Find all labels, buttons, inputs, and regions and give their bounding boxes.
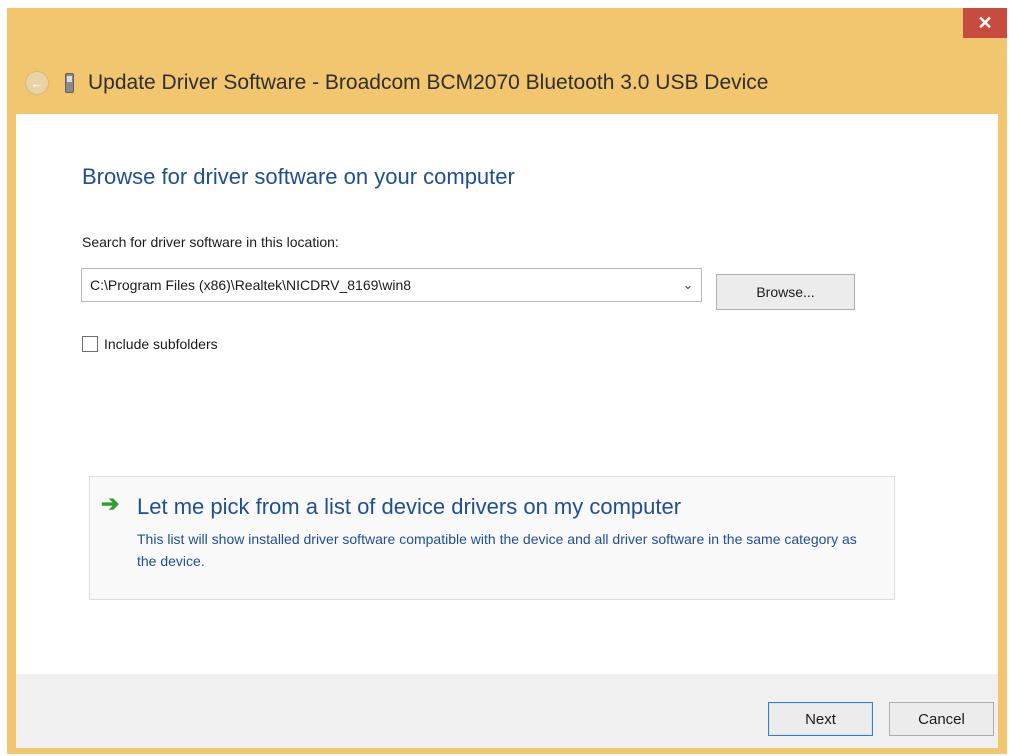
driver-path-combobox[interactable]: C:\Program Files (x86)\Realtek\NICDRV_81… xyxy=(81,268,702,302)
browse-button[interactable]: Browse... xyxy=(716,274,855,310)
pick-option-title[interactable]: Let me pick from a list of device driver… xyxy=(137,494,681,520)
button-bar: Next Cancel xyxy=(16,674,998,748)
title-bar: ← Update Driver Software - Broadcom BCM2… xyxy=(7,52,1007,114)
close-icon: ✕ xyxy=(977,12,993,33)
dialog-window: ✕ ← Update Driver Software - Broadcom BC… xyxy=(7,8,1007,754)
chevron-down-icon[interactable]: ⌄ xyxy=(675,277,701,293)
pick-from-list-option[interactable]: ➔ Let me pick from a list of device driv… xyxy=(89,476,895,600)
window-title: Update Driver Software - Broadcom BCM207… xyxy=(88,71,769,94)
cancel-button[interactable]: Cancel xyxy=(889,702,994,736)
include-subfolders-option[interactable]: Include subfolders xyxy=(82,336,218,352)
include-subfolders-label: Include subfolders xyxy=(104,336,218,352)
content-panel: Browse for driver software on your compu… xyxy=(16,114,998,674)
include-subfolders-checkbox[interactable] xyxy=(82,336,98,352)
page-heading: Browse for driver software on your compu… xyxy=(82,164,515,189)
next-button[interactable]: Next xyxy=(768,702,873,736)
back-arrow-icon: ← xyxy=(30,75,44,91)
back-button[interactable]: ← xyxy=(25,71,49,95)
search-location-label: Search for driver software in this locat… xyxy=(82,234,339,250)
green-arrow-icon: ➔ xyxy=(101,491,120,516)
close-button[interactable]: ✕ xyxy=(963,8,1007,38)
driver-path-value[interactable]: C:\Program Files (x86)\Realtek\NICDRV_81… xyxy=(90,277,675,293)
pick-option-description: This list will show installed driver sof… xyxy=(137,531,857,569)
usb-device-icon xyxy=(65,73,74,93)
